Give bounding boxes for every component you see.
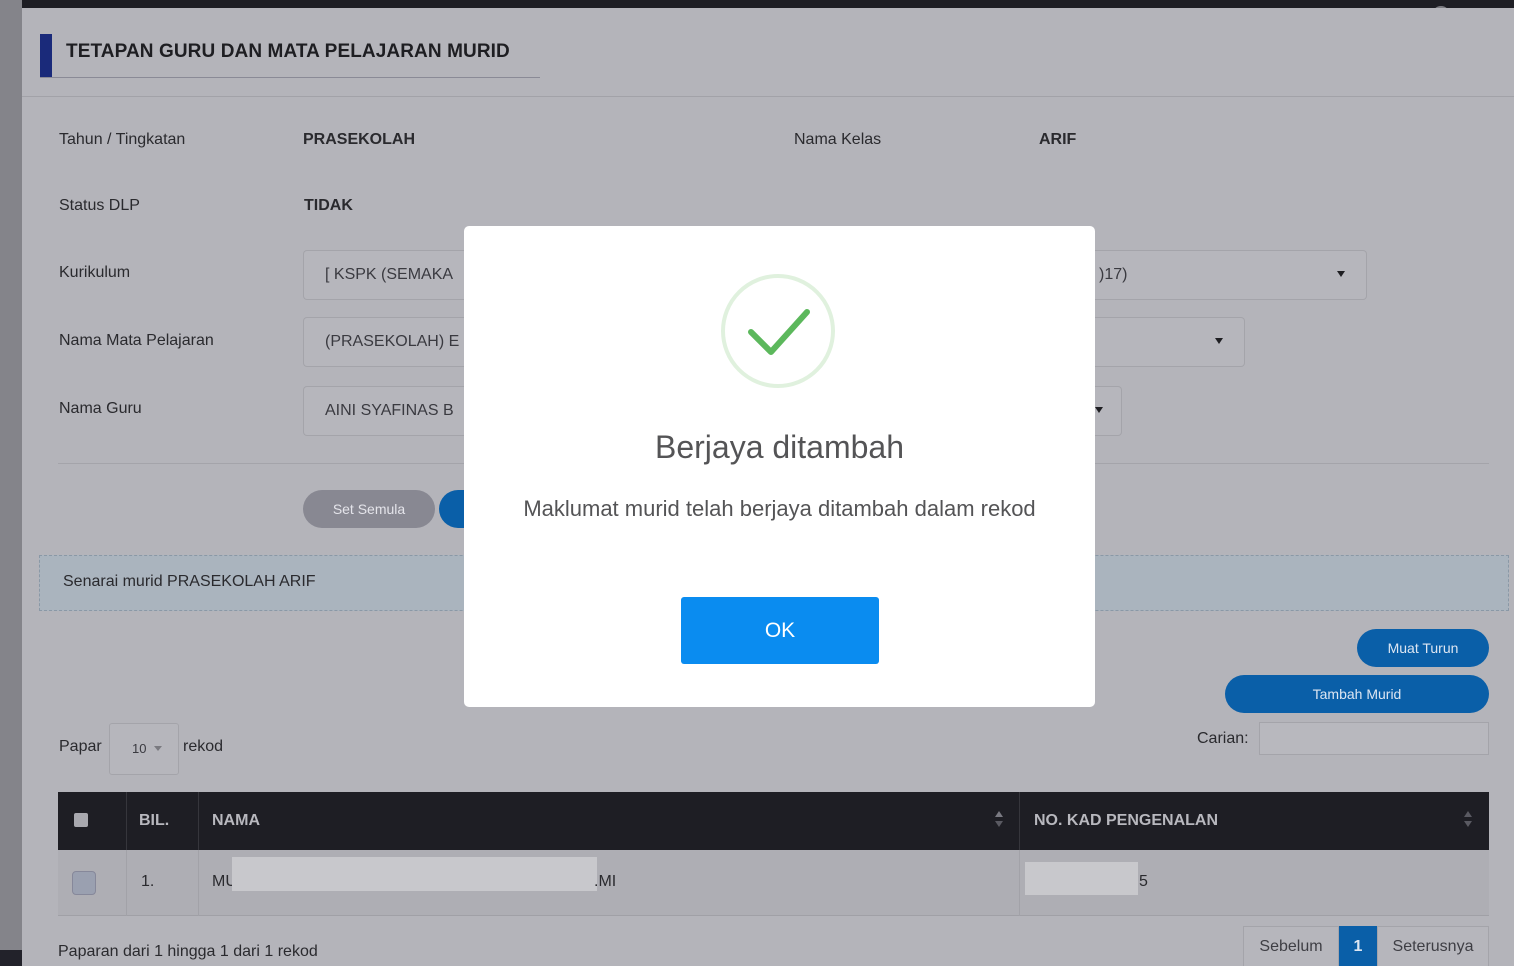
ok-button[interactable]: OK: [681, 597, 879, 664]
check-icon: [748, 309, 810, 355]
dialog-message: Maklumat murid telah berjaya ditambah da…: [523, 496, 1036, 521]
modal-overlay[interactable]: Berjaya ditambah Maklumat murid telah be…: [0, 0, 1514, 966]
dialog-title: Berjaya ditambah: [654, 429, 905, 465]
success-dialog: Berjaya ditambah Maklumat murid telah be…: [464, 226, 1095, 707]
